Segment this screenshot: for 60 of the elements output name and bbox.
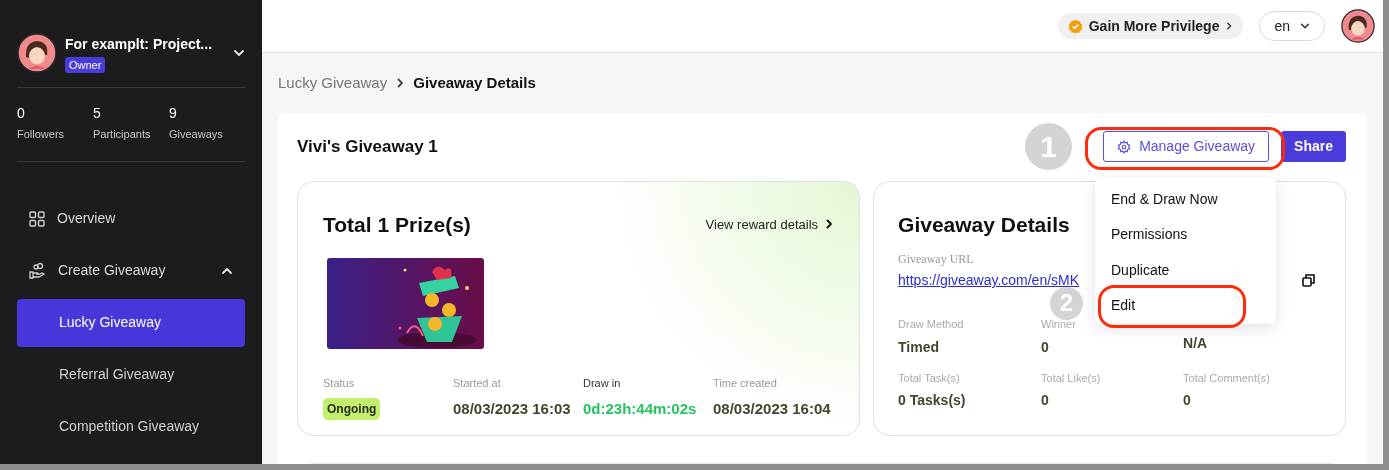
account-name: For examplt: Project... (65, 34, 213, 54)
chevron-right-icon (395, 78, 406, 89)
status-badge: Ongoing (323, 397, 381, 420)
menu-item[interactable]: End & Draw Now (1095, 188, 1218, 210)
stat-value: 9 (169, 105, 178, 122)
settings-icon (1117, 139, 1132, 154)
field-value: N/A (1183, 334, 1209, 353)
field-value: 0d:23h:44m:02s (583, 398, 698, 419)
card-title: Giveaway Details (898, 211, 1070, 238)
menu-item[interactable]: Duplicate (1095, 259, 1170, 281)
privilege-label: Gain More Privilege (1088, 16, 1220, 36)
hand-coin-icon (29, 262, 46, 279)
field-label: Draw in (583, 376, 622, 391)
share-button[interactable]: Share (1281, 131, 1346, 162)
nav-item[interactable]: Overview (17, 194, 245, 243)
reward-details-link[interactable]: View reward details (705, 214, 835, 234)
field-label: Total Like(s) (1041, 370, 1102, 386)
field-label: Total Task(s) (898, 370, 961, 386)
nav-subitem[interactable]: Referral Giveaway (17, 350, 245, 399)
giveaway-title: Vivi's Giveaway 1 (297, 135, 439, 158)
stat-label: Participants (93, 127, 152, 142)
grid-icon (29, 210, 45, 227)
field-value: Timed (898, 337, 941, 357)
role-badge: Owner (65, 56, 106, 73)
field-value: 0 (1183, 391, 1192, 410)
field-value: 0 (1041, 337, 1050, 357)
field-label: Giveaway URL (898, 251, 975, 268)
field-value: 0 (1041, 391, 1050, 410)
card-title: Total 1 Prize(s) (323, 211, 471, 238)
copy-icon[interactable] (1302, 274, 1315, 287)
chevron-right-icon (824, 219, 835, 230)
breadcrumb-item[interactable]: Lucky Giveaway (278, 72, 388, 95)
manage-button[interactable]: Manage Giveaway (1103, 131, 1270, 162)
menu-item[interactable]: Permissions (1095, 224, 1188, 246)
breadcrumb-item: Giveaway Details (413, 73, 536, 93)
field-value: 08/03/2023 16:04 (713, 398, 831, 419)
badge-icon (1067, 18, 1083, 34)
chevron-down-icon (1300, 21, 1310, 31)
privilege-button[interactable]: Gain More Privilege (1057, 13, 1244, 39)
field-label: Draw Method (898, 317, 965, 332)
stat-value: 5 (93, 105, 102, 122)
nav-subitem[interactable]: Lucky Giveaway (17, 298, 245, 347)
stat-label: Followers (17, 127, 66, 142)
field-label: Started at (453, 376, 502, 391)
field-label: Total Comment(s) (1183, 370, 1271, 386)
nav-subitem[interactable]: Competition Giveaway (17, 402, 245, 451)
language-value: en (1274, 16, 1290, 36)
nav-item[interactable]: Create Giveaway (17, 246, 245, 295)
field-value: 0 Tasks(s) (898, 391, 967, 410)
field-value: 08/03/2023 16:03 (453, 398, 572, 419)
field-label: Status (323, 376, 356, 391)
chevron-down-icon (233, 47, 245, 59)
field-label: Winner (1041, 317, 1077, 332)
avatar-icon (1341, 9, 1375, 43)
avatar-icon (17, 33, 57, 73)
field-label: Time created (713, 376, 778, 391)
chevron-right-icon (1225, 22, 1234, 30)
menu-item[interactable]: Edit (1095, 295, 1136, 317)
stat-label: Giveaways (169, 127, 223, 142)
stat-value: 0 (17, 105, 26, 122)
